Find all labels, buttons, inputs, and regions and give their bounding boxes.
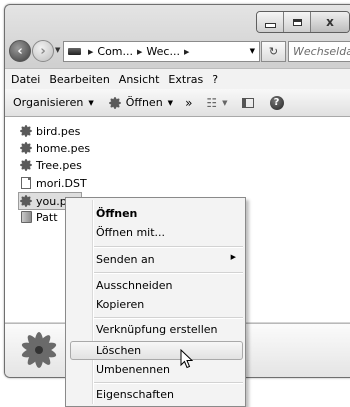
menu-item-open[interactable]: Öffnen [96, 207, 137, 220]
back-button[interactable]: ‹ [9, 40, 31, 62]
list-item[interactable]: home.pes [19, 140, 90, 156]
close-button[interactable]: x [311, 12, 349, 32]
change-view-button[interactable]: ☷ ▼ [206, 96, 227, 110]
search-input[interactable]: Wechselda... [288, 41, 350, 62]
menu-view[interactable]: Ansicht [119, 73, 160, 86]
menu-item-properties[interactable]: Eigenschaften [96, 388, 174, 401]
flower-icon [21, 332, 57, 368]
menu-separator [94, 382, 243, 384]
close-icon: x [326, 15, 334, 29]
list-item[interactable]: Patt [19, 209, 58, 225]
open-button[interactable]: Öffnen ▼ [108, 96, 173, 110]
menu-separator [94, 246, 243, 248]
forward-arrow-icon: › [40, 43, 46, 59]
flower-icon [19, 124, 33, 138]
menu-bar: Datei Bearbeiten Ansicht Extras ? [5, 68, 350, 90]
caption-buttons: x [256, 11, 350, 33]
breadcrumb-computer[interactable]: Com... [97, 45, 133, 58]
breadcrumb-drive[interactable]: Wec... [146, 45, 180, 58]
maximize-icon [292, 18, 302, 26]
flower-icon [108, 96, 121, 109]
maximize-button[interactable] [284, 12, 311, 32]
file-name: mori.DST [36, 176, 87, 190]
address-bar[interactable]: ▶ Com... ▶ Wec... ▶ ▼ [63, 41, 260, 62]
document-icon [19, 176, 33, 190]
file-name: Patt [36, 210, 58, 224]
menu-item-create-shortcut[interactable]: Verknüpfung erstellen [96, 323, 218, 336]
view-icon: ☷ [206, 95, 218, 110]
minimize-icon [264, 22, 276, 28]
list-item[interactable]: Tree.pes [19, 157, 82, 173]
chevron-down-icon: ▼ [167, 98, 174, 107]
breadcrumb-chevron-icon[interactable]: ▶ [137, 48, 142, 56]
submenu-arrow-icon: ▶ [230, 253, 236, 261]
menu-item-copy[interactable]: Kopieren [96, 298, 144, 311]
breadcrumb-chevron-icon[interactable]: ▶ [88, 48, 93, 56]
menu-separator [94, 272, 243, 274]
navigation-row: ‹ › ▼ ▶ Com... ▶ Wec... ▶ ▼ ↻ Wechselda.… [5, 38, 350, 66]
minimize-button[interactable] [257, 12, 284, 32]
preview-pane-icon[interactable] [241, 97, 254, 108]
file-name: bird.pes [36, 124, 81, 138]
organize-label: Organisieren [13, 96, 84, 109]
list-item[interactable]: mori.DST [19, 175, 87, 191]
toolbar-overflow-button[interactable]: » [185, 96, 192, 110]
menu-item-rename[interactable]: Umbenennen [96, 363, 170, 376]
menu-separator [94, 317, 243, 319]
file-name: Tree.pes [36, 158, 82, 172]
chevron-down-icon: ▼ [88, 98, 94, 107]
organize-button[interactable]: Organisieren ▼ [13, 96, 94, 109]
menu-item-cut[interactable]: Ausschneiden [96, 279, 173, 292]
address-dropdown-icon[interactable]: ▼ [250, 47, 255, 55]
flower-icon [19, 194, 33, 208]
context-menu: Öffnen Öffnen mit... Senden an ▶ Ausschn… [65, 197, 246, 407]
recent-pages-dropdown-icon[interactable]: ▼ [55, 46, 60, 54]
menu-item-open-with[interactable]: Öffnen mit... [96, 226, 165, 239]
menu-file[interactable]: Datei [11, 73, 40, 86]
refresh-icon: ↻ [268, 45, 279, 58]
folder-icon [19, 210, 33, 224]
menu-help[interactable]: ? [212, 73, 218, 86]
open-label: Öffnen [125, 96, 163, 109]
flower-icon [19, 158, 33, 172]
forward-button[interactable]: › [32, 40, 54, 62]
drive-icon [68, 48, 81, 55]
command-bar: Organisieren ▼ Öffnen ▼ » ☷ ▼ ? [5, 89, 350, 117]
chevron-down-icon: ▼ [222, 98, 228, 107]
back-arrow-icon: ‹ [17, 43, 23, 59]
refresh-button[interactable]: ↻ [261, 41, 286, 62]
list-item[interactable]: bird.pes [19, 123, 80, 139]
breadcrumb-chevron-icon[interactable]: ▶ [184, 48, 189, 56]
menu-tools[interactable]: Extras [168, 73, 203, 86]
mouse-cursor-icon [180, 349, 193, 369]
menu-item-delete[interactable]: Löschen [96, 344, 141, 357]
help-icon[interactable]: ? [269, 95, 284, 110]
file-name: home.pes [36, 141, 91, 155]
menu-item-send-to[interactable]: Senden an [96, 253, 155, 266]
menu-edit[interactable]: Bearbeiten [49, 73, 109, 86]
flower-icon [19, 141, 33, 155]
